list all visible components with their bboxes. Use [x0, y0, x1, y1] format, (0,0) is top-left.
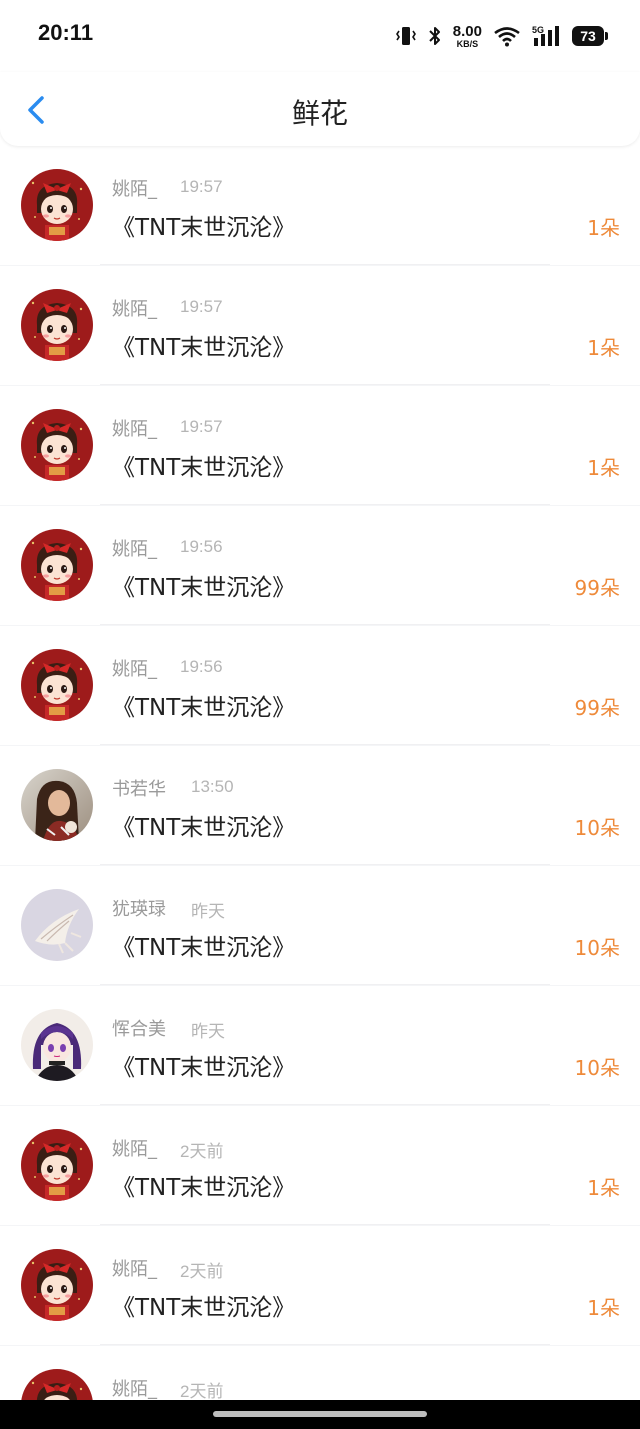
- network-label: 5G: [532, 25, 544, 35]
- avatar[interactable]: [21, 529, 93, 601]
- row-divider: [100, 984, 550, 985]
- user-name: 姚陌_: [112, 539, 157, 560]
- user-name: 犹瑛琭: [112, 899, 166, 920]
- list-item[interactable]: 姚陌_ 19:57 《TNT末世沉沦》 1朵: [0, 386, 640, 505]
- list-item[interactable]: 恽合美 昨天《TNT末世沉沦》 10朵: [0, 986, 640, 1105]
- row-divider: [100, 744, 550, 745]
- user-name: 姚陌_: [112, 179, 157, 200]
- user-name: 恽合美: [112, 1019, 166, 1040]
- flower-count: 10朵: [574, 936, 620, 960]
- book-title: 《TNT末世沉沦》: [112, 455, 296, 481]
- list-item[interactable]: 姚陌_ 19:56 《TNT末世沉沦》 99朵: [0, 506, 640, 625]
- avatar[interactable]: [21, 1009, 93, 1081]
- speed-unit: KB/S: [456, 38, 479, 49]
- user-name: 姚陌_: [112, 419, 157, 440]
- list-item[interactable]: 姚陌_ 2天前: [0, 1346, 640, 1400]
- gift-time: 13:50: [191, 777, 234, 796]
- list-item[interactable]: 犹瑛琭 昨天《TNT末世沉沦》 10朵: [0, 866, 640, 985]
- gift-time: 19:57: [180, 177, 223, 196]
- flower-count: 1朵: [587, 1176, 620, 1200]
- row-divider: [100, 504, 550, 505]
- book-title: 《TNT末世沉沦》: [112, 935, 296, 961]
- status-time: 20:11: [38, 20, 94, 45]
- book-title: 《TNT末世沉沦》: [112, 575, 296, 601]
- row-divider: [100, 264, 550, 265]
- network-speed: 8.00 KB/S: [453, 24, 482, 49]
- avatar[interactable]: [21, 1129, 93, 1201]
- gift-time: 2天前: [180, 1382, 224, 1400]
- avatar[interactable]: [21, 1369, 93, 1400]
- page-title: 鲜花: [291, 97, 348, 130]
- flower-count: 1朵: [587, 216, 620, 240]
- gift-time: 2天前: [180, 1262, 224, 1281]
- user-name: 姚陌_: [112, 1379, 157, 1400]
- list-item[interactable]: 姚陌_ 2天前《TNT末世沉沦》 1朵: [0, 1106, 640, 1225]
- row-divider: [100, 1344, 550, 1345]
- row-divider: [100, 384, 550, 385]
- vibrate-icon: [395, 25, 417, 47]
- row-divider: [100, 1104, 550, 1105]
- user-name: 姚陌_: [112, 1259, 157, 1280]
- row-divider: [100, 624, 550, 625]
- gift-time: 19:57: [180, 417, 223, 436]
- list-item[interactable]: 姚陌_ 19:57 《TNT末世沉沦》 1朵: [0, 266, 640, 385]
- home-indicator-bar: [0, 1400, 640, 1429]
- avatar[interactable]: [21, 769, 93, 841]
- book-title: 《TNT末世沉沦》: [112, 1295, 296, 1321]
- status-bar: 20:11 8.00 KB/S 5G 73: [0, 0, 640, 72]
- flower-count: 1朵: [587, 336, 620, 360]
- avatar[interactable]: [21, 409, 93, 481]
- row-divider: [100, 864, 550, 865]
- flower-count: 1朵: [587, 1296, 620, 1320]
- flower-count: 10朵: [574, 816, 620, 840]
- wifi-icon: [492, 25, 522, 47]
- flower-count: 10朵: [574, 1056, 620, 1080]
- book-title: 《TNT末世沉沦》: [112, 815, 296, 841]
- gift-time: 昨天: [191, 902, 225, 921]
- list-item[interactable]: 姚陌_ 2天前《TNT末世沉沦》 1朵: [0, 1226, 640, 1345]
- book-title: 《TNT末世沉沦》: [112, 695, 296, 721]
- gift-time: 19:56: [180, 537, 223, 556]
- header-bar: 鲜花: [0, 72, 640, 146]
- user-name: 姚陌_: [112, 1139, 157, 1160]
- system-icons: 8.00 KB/S 5G 73: [395, 22, 608, 50]
- avatar[interactable]: [21, 889, 93, 961]
- book-title: 《TNT末世沉沦》: [112, 215, 296, 241]
- avatar[interactable]: [21, 289, 93, 361]
- home-indicator[interactable]: [213, 1411, 427, 1417]
- book-title: 《TNT末世沉沦》: [112, 1055, 296, 1081]
- user-name: 姚陌_: [112, 659, 157, 680]
- user-name: 书若华: [112, 779, 166, 800]
- list-item[interactable]: 姚陌_ 19:56 《TNT末世沉沦》 99朵: [0, 626, 640, 745]
- flower-count: 99朵: [574, 576, 620, 600]
- gift-time: 19:57: [180, 297, 223, 316]
- list-item[interactable]: 书若华 13:50 《TNT末世沉沦》 10朵: [0, 746, 640, 865]
- battery-indicator: 73: [572, 26, 608, 46]
- user-name: 姚陌_: [112, 299, 157, 320]
- speed-value: 8.00: [452, 22, 482, 40]
- gift-time: 19:56: [180, 657, 223, 676]
- row-divider: [100, 1224, 550, 1225]
- flower-record-list[interactable]: 姚陌_ 19:57 《TNT末世沉沦》 1朵 姚陌_ 19:57 《TNT末世沉沦》 1朵 姚陌…: [0, 146, 640, 1400]
- book-title: 《TNT末世沉沦》: [112, 335, 296, 361]
- avatar[interactable]: [21, 1249, 93, 1321]
- flower-count: 1朵: [587, 456, 620, 480]
- bluetooth-icon: [427, 25, 443, 47]
- flower-count: 99朵: [574, 696, 620, 720]
- book-title: 《TNT末世沉沦》: [112, 1175, 296, 1201]
- gift-time: 昨天: [191, 1022, 225, 1041]
- gift-time: 2天前: [180, 1142, 224, 1161]
- signal-icon: 5G: [532, 24, 562, 48]
- avatar[interactable]: [21, 169, 93, 241]
- avatar[interactable]: [21, 649, 93, 721]
- list-item[interactable]: 姚陌_ 19:57 《TNT末世沉沦》 1朵: [0, 146, 640, 265]
